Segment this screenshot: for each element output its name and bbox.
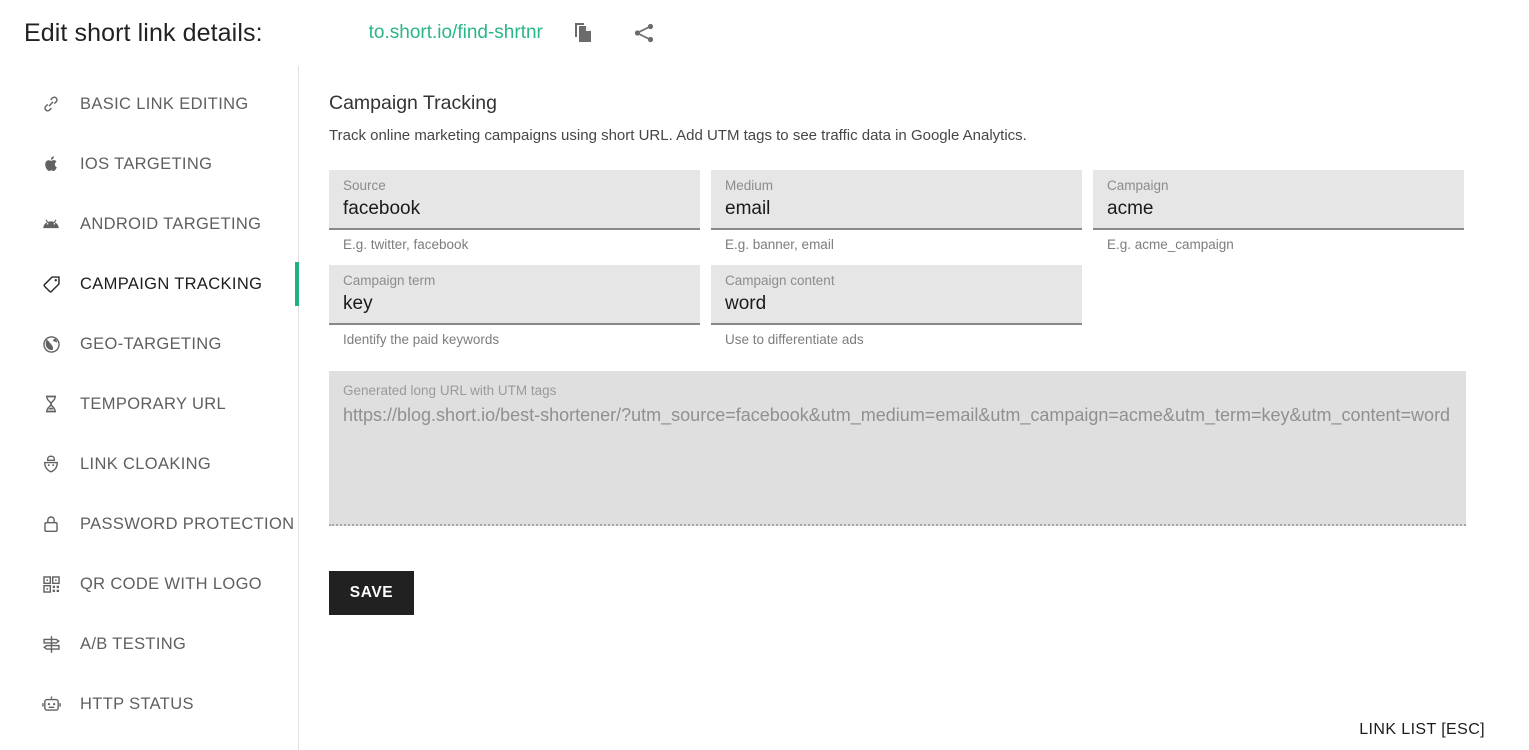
sidebar-item-label: QR CODE WITH LOGO (80, 574, 262, 593)
lock-icon (40, 513, 62, 535)
short-link[interactable]: to.short.io/find-shrtnr (369, 22, 543, 44)
field-medium: Medium E.g. banner, email (711, 170, 1082, 252)
sidebar-item-label: CAMPAIGN TRACKING (80, 274, 263, 293)
source-hint: E.g. twitter, facebook (343, 237, 469, 252)
field-row-2: Campaign term Identify the paid keywords… (329, 265, 1529, 347)
medium-label: Medium (725, 178, 774, 193)
tag-icon (40, 273, 62, 295)
qr-code-icon (40, 573, 62, 595)
campaign-term-label: Campaign term (343, 273, 436, 288)
sidebar-item-label: A/B TESTING (80, 634, 187, 653)
hourglass-icon (40, 393, 62, 415)
sidebar-item-label: PASSWORD PROTECTION (80, 514, 295, 533)
sidebar-item-link-cloaking[interactable]: LINK CLOAKING (0, 434, 298, 494)
field-source: Source E.g. twitter, facebook (329, 170, 700, 252)
apple-icon (40, 153, 62, 175)
sidebar-item-label: ANDROID TARGETING (80, 214, 262, 233)
campaign-input[interactable] (1107, 195, 1450, 223)
field-row-1: Source E.g. twitter, facebook Medium E.g… (329, 170, 1529, 252)
medium-input-wrap[interactable]: Medium (711, 170, 1082, 230)
sidebar-item-label: BASIC LINK EDITING (80, 94, 249, 113)
page-body: BASIC LINK EDITING IOS TARGETING ANDROID… (0, 66, 1529, 750)
campaign-label: Campaign (1107, 178, 1169, 193)
signpost-icon (40, 633, 62, 655)
campaign-term-input-wrap[interactable]: Campaign term (329, 265, 700, 325)
field-campaign: Campaign E.g. acme_campaign (1093, 170, 1464, 252)
medium-input[interactable] (725, 195, 1068, 223)
campaign-content-input[interactable] (725, 290, 1068, 318)
sidebar-item-label: LINK CLOAKING (80, 454, 212, 473)
sidebar-item-basic-link-editing[interactable]: BASIC LINK EDITING (0, 74, 298, 134)
campaign-content-label: Campaign content (725, 273, 835, 288)
sidebar-item-campaign-tracking[interactable]: CAMPAIGN TRACKING (0, 254, 299, 314)
campaign-input-wrap[interactable]: Campaign (1093, 170, 1464, 230)
campaign-content-input-wrap[interactable]: Campaign content (711, 265, 1082, 325)
sidebar-item-label: IOS TARGETING (80, 154, 213, 173)
sidebar: BASIC LINK EDITING IOS TARGETING ANDROID… (0, 66, 299, 750)
save-button[interactable]: SAVE (329, 571, 414, 615)
sidebar-item-ios-targeting[interactable]: IOS TARGETING (0, 134, 298, 194)
source-label: Source (343, 178, 386, 193)
sidebar-item-temporary-url[interactable]: TEMPORARY URL (0, 374, 298, 434)
link-list-button[interactable]: LINK LIST [ESC] (1359, 721, 1485, 739)
mask-icon (40, 453, 62, 475)
sidebar-item-http-status[interactable]: HTTP STATUS (0, 674, 298, 734)
main-content: Campaign Tracking Track online marketing… (299, 66, 1529, 750)
sidebar-item-label: TEMPORARY URL (80, 394, 227, 413)
generated-url-value: https://blog.short.io/best-shortener/?ut… (343, 405, 1451, 425)
campaign-term-input[interactable] (343, 290, 686, 318)
campaign-term-hint: Identify the paid keywords (343, 332, 500, 347)
generated-url-box: Generated long URL with UTM tags https:/… (329, 371, 1466, 526)
sidebar-item-geo-targeting[interactable]: GEO-TARGETING (0, 314, 298, 374)
android-icon (40, 213, 62, 235)
campaign-content-hint: Use to differentiate ads (725, 332, 864, 347)
page-header: Edit short link details: to.short.io/fin… (0, 0, 1529, 66)
medium-hint: E.g. banner, email (725, 237, 834, 252)
section-title: Campaign Tracking (329, 92, 497, 114)
robot-icon (40, 693, 62, 715)
sidebar-item-ab-testing[interactable]: A/B TESTING (0, 614, 298, 674)
section-description: Track online marketing campaigns using s… (329, 127, 1027, 144)
copy-icon[interactable] (569, 19, 597, 47)
sidebar-item-android-targeting[interactable]: ANDROID TARGETING (0, 194, 298, 254)
field-campaign-term: Campaign term Identify the paid keywords (329, 265, 700, 347)
generated-url-label: Generated long URL with UTM tags (343, 383, 557, 398)
globe-icon (40, 333, 62, 355)
sidebar-item-qr-code-with-logo[interactable]: QR CODE WITH LOGO (0, 554, 298, 614)
sidebar-item-label: HTTP STATUS (80, 694, 194, 713)
source-input[interactable] (343, 195, 686, 223)
page-title: Edit short link details: (24, 18, 263, 47)
share-icon[interactable] (630, 19, 658, 47)
sidebar-item-password-protection[interactable]: PASSWORD PROTECTION (0, 494, 298, 554)
campaign-hint: E.g. acme_campaign (1107, 237, 1234, 252)
link-icon (40, 93, 62, 115)
source-input-wrap[interactable]: Source (329, 170, 700, 230)
field-campaign-content: Campaign content Use to differentiate ad… (711, 265, 1082, 347)
sidebar-item-label: GEO-TARGETING (80, 334, 222, 353)
